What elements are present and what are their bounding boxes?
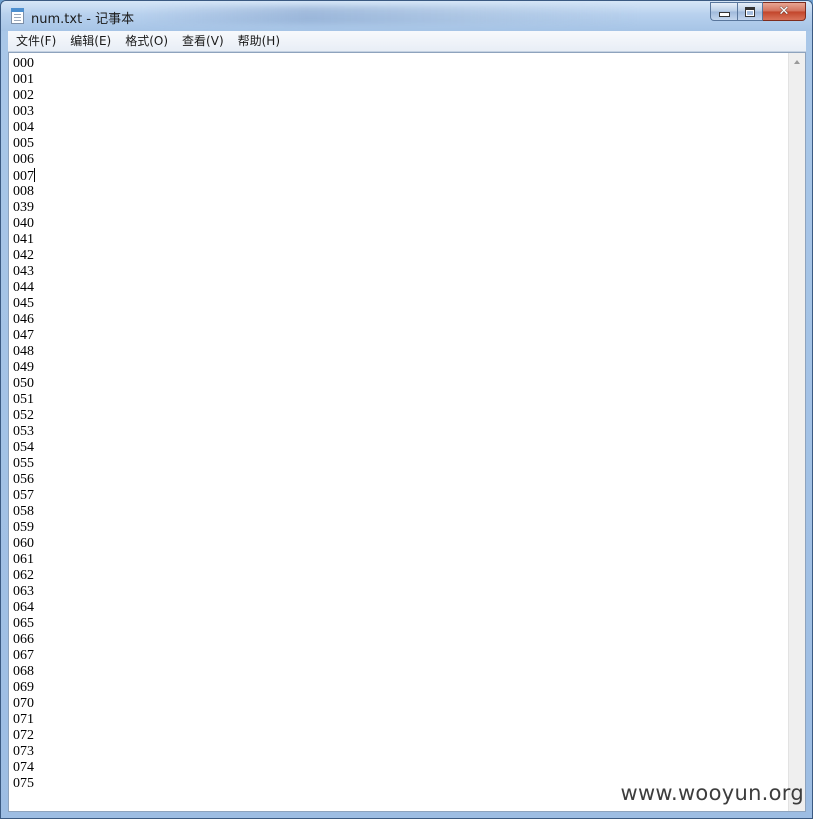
text-line: 002 — [13, 88, 34, 103]
text-line: 060 — [13, 536, 34, 551]
text-line: 004 — [13, 120, 34, 135]
caption-buttons: ✕ — [710, 2, 806, 21]
maximize-icon — [745, 6, 755, 17]
text-line: 052 — [13, 408, 34, 423]
text-line: 048 — [13, 344, 34, 359]
text-line: 068 — [13, 664, 34, 679]
text-line: 047 — [13, 328, 34, 343]
text-line: 057 — [13, 488, 34, 503]
text-line: 053 — [13, 424, 34, 439]
text-line: 046 — [13, 312, 34, 327]
text-line: 059 — [13, 520, 34, 535]
menu-edit[interactable]: 编辑(E) — [64, 31, 117, 51]
menu-format[interactable]: 格式(O) — [119, 31, 174, 51]
close-button[interactable]: ✕ — [763, 2, 806, 21]
close-icon: ✕ — [778, 4, 790, 19]
minimize-icon — [718, 12, 730, 17]
menu-help[interactable]: 帮助(H) — [232, 31, 286, 51]
text-line: 074 — [13, 760, 34, 775]
text-line: 061 — [13, 552, 34, 567]
text-line: 007 — [13, 168, 35, 184]
text-line: 000 — [13, 56, 34, 71]
title-bar[interactable]: num.txt - 记事本 ✕ — [1, 1, 812, 31]
text-content[interactable]: 000 001 002 003 004 005 006 007 008 039 040 041 042 0… — [13, 56, 783, 808]
text-line: 066 — [13, 632, 34, 647]
text-caret — [34, 168, 35, 182]
text-line: 042 — [13, 248, 34, 263]
text-line: 051 — [13, 392, 34, 407]
text-line: 069 — [13, 680, 34, 695]
vertical-scrollbar[interactable] — [788, 53, 805, 811]
window-title: num.txt - 记事本 — [31, 12, 135, 27]
text-line: 001 — [13, 72, 34, 87]
text-line: 063 — [13, 584, 34, 599]
text-line: 041 — [13, 232, 34, 247]
text-line: 040 — [13, 216, 34, 231]
text-line: 005 — [13, 136, 34, 151]
menu-view[interactable]: 查看(V) — [176, 31, 230, 51]
title-bar-glass — [141, 6, 641, 24]
text-line: 039 — [13, 200, 34, 215]
text-line: 054 — [13, 440, 34, 455]
menu-file[interactable]: 文件(F) — [10, 31, 62, 51]
notepad-window: num.txt - 记事本 ✕ 文件(F) 编辑(E) 格式(O) 查看(V) … — [0, 0, 813, 819]
text-line: 043 — [13, 264, 34, 279]
watermark: www.wooyun.org — [620, 781, 804, 805]
arrow-up-icon — [794, 59, 800, 64]
text-line: 071 — [13, 712, 34, 727]
menu-bar: 文件(F) 编辑(E) 格式(O) 查看(V) 帮助(H) — [8, 31, 806, 52]
text-line: 049 — [13, 360, 34, 375]
text-line: 072 — [13, 728, 34, 743]
minimize-button[interactable] — [710, 2, 737, 21]
text-line: 055 — [13, 456, 34, 471]
text-line: 006 — [13, 152, 34, 167]
text-line: 003 — [13, 104, 34, 119]
text-line: 008 — [13, 184, 34, 199]
text-line: 067 — [13, 648, 34, 663]
text-line: 064 — [13, 600, 34, 615]
notepad-icon[interactable] — [11, 8, 24, 24]
text-line: 058 — [13, 504, 34, 519]
text-editor[interactable]: 000 001 002 003 004 005 006 007 008 039 040 041 042 0… — [8, 52, 806, 812]
scroll-up-button[interactable] — [789, 53, 805, 70]
maximize-button[interactable] — [737, 2, 763, 21]
text-line: 050 — [13, 376, 34, 391]
text-line: 056 — [13, 472, 34, 487]
text-line: 073 — [13, 744, 34, 759]
text-line: 065 — [13, 616, 34, 631]
text-line: 044 — [13, 280, 34, 295]
text-line: 045 — [13, 296, 34, 311]
text-line: 070 — [13, 696, 34, 711]
text-line: 062 — [13, 568, 34, 583]
